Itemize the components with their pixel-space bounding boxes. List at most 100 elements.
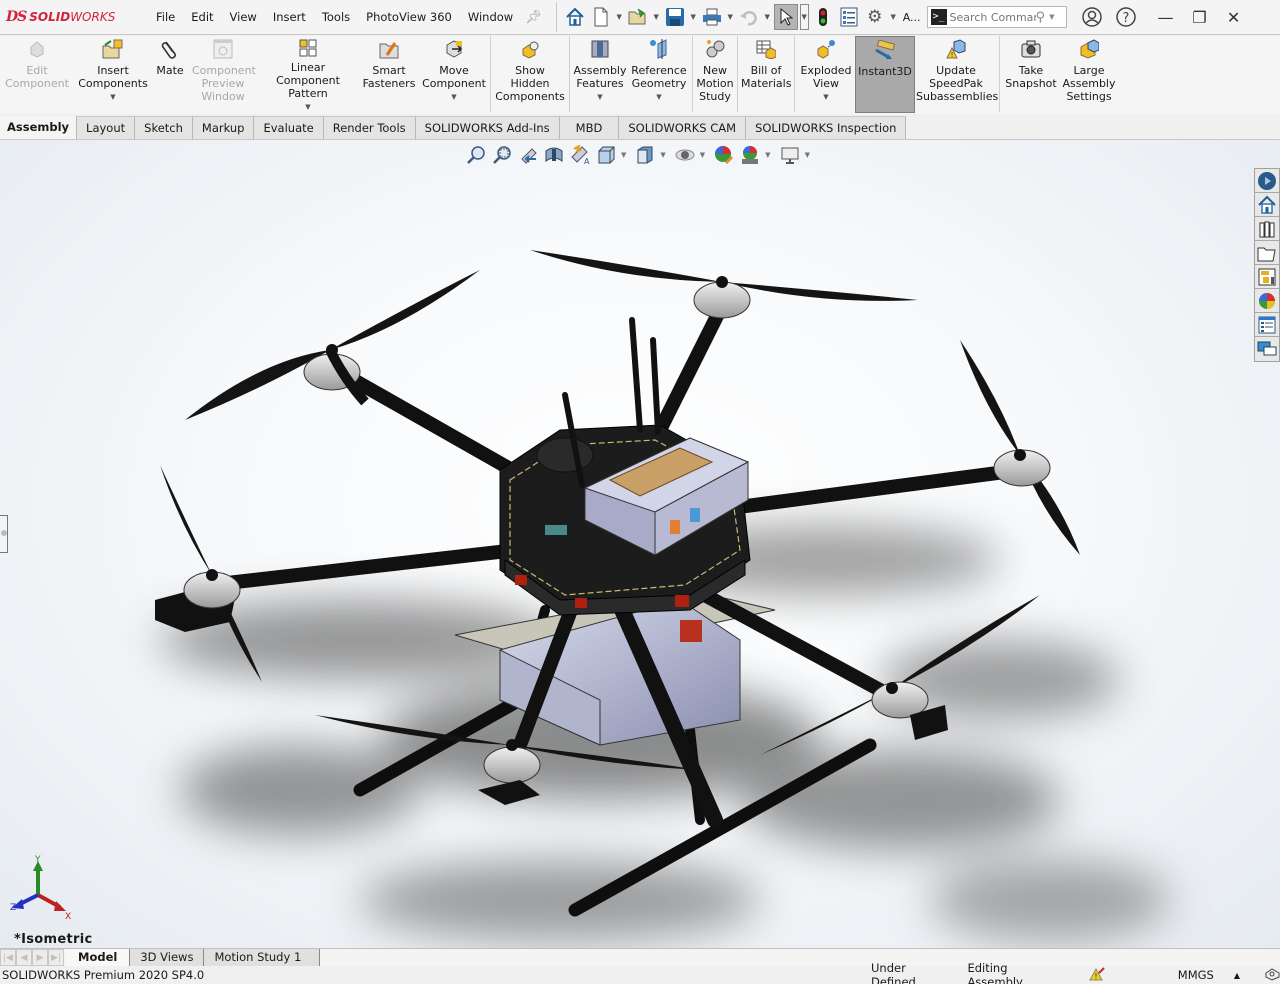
options-dropdown-caret[interactable]: ▼ xyxy=(889,13,898,21)
previous-view-icon[interactable] xyxy=(517,144,539,166)
menu-edit[interactable]: Edit xyxy=(183,10,221,24)
move-component-dropdown[interactable]: ▼ xyxy=(451,91,456,104)
instant3d-button[interactable]: Instant3D xyxy=(855,36,915,113)
display-style-icon[interactable] xyxy=(634,144,656,166)
hide-show-dropdown[interactable]: ▼ xyxy=(700,151,705,159)
tab-3d-views[interactable]: 3D Views xyxy=(130,948,205,967)
rebuild-warning-icon[interactable]: ! xyxy=(1088,966,1105,984)
tab-assembly[interactable]: Assembly xyxy=(0,116,78,139)
tab-render-tools[interactable]: Render Tools xyxy=(323,116,416,139)
menu-view[interactable]: View xyxy=(222,10,265,24)
tab-markup[interactable]: Markup xyxy=(192,116,255,139)
previous-tab-icon[interactable]: ◀ xyxy=(16,949,32,966)
linear-component-pattern-button[interactable]: Linear Component Pattern ▼ xyxy=(258,36,358,114)
last-tab-icon[interactable]: ▶| xyxy=(48,949,64,966)
view-palette-icon[interactable] xyxy=(1255,265,1279,289)
tab-solidworks-add-ins[interactable]: SOLIDWORKS Add-Ins xyxy=(415,116,560,139)
forum-icon[interactable] xyxy=(1255,337,1279,361)
unit-system[interactable]: MMGS xyxy=(1178,968,1214,982)
take-snapshot-button[interactable]: Take Snapshot xyxy=(1002,36,1060,114)
next-tab-icon[interactable]: ▶ xyxy=(32,949,48,966)
new-dropdown-caret[interactable]: ▼ xyxy=(615,13,624,21)
file-properties-icon[interactable] xyxy=(837,4,861,30)
section-view-icon[interactable] xyxy=(543,144,565,166)
design-library-icon[interactable] xyxy=(1255,217,1279,241)
apply-scene-icon[interactable] xyxy=(739,144,761,166)
undo-dropdown-caret[interactable]: ▼ xyxy=(763,13,772,21)
show-hidden-components-button[interactable]: Show Hidden Components xyxy=(493,36,567,114)
solidworks-resources-icon[interactable] xyxy=(1255,169,1279,193)
display-style-dropdown[interactable]: ▼ xyxy=(660,151,665,159)
feature-manager-collapse-handle[interactable] xyxy=(0,515,8,553)
exploded-view-button[interactable]: Exploded View ▼ xyxy=(797,36,855,114)
graphics-area[interactable]: ◧ ◨ _ ❐ ✕ A ▼ ▼ ▼ ▼ ▼ xyxy=(0,140,1280,948)
pin-menu-icon[interactable]: 📌︎ xyxy=(525,10,542,25)
move-component-button[interactable]: Move Component ▼ xyxy=(420,36,488,114)
apply-scene-dropdown[interactable]: ▼ xyxy=(765,151,770,159)
view-orientation-dropdown[interactable]: ▼ xyxy=(621,151,626,159)
menu-insert[interactable]: Insert xyxy=(265,10,314,24)
user-account-icon[interactable] xyxy=(1075,2,1109,32)
exploded-view-dropdown[interactable]: ▼ xyxy=(823,91,828,104)
smart-fasteners-button[interactable]: Smart Fasteners xyxy=(358,36,420,114)
insert-components-dropdown[interactable]: ▼ xyxy=(110,91,115,104)
update-speedpak-button[interactable]: ! Update SpeedPak Subassemblies xyxy=(915,36,998,114)
minimize-window-button[interactable]: — xyxy=(1149,2,1183,32)
search-dropdown-caret[interactable]: ▼ xyxy=(1049,13,1054,21)
select-icon[interactable] xyxy=(773,4,798,30)
tab-model[interactable]: Model xyxy=(66,948,131,967)
assembly-features-dropdown[interactable]: ▼ xyxy=(597,91,602,104)
zoom-to-area-icon[interactable] xyxy=(491,144,513,166)
new-document-icon[interactable] xyxy=(589,4,613,30)
toolbar-overflow[interactable]: A... xyxy=(903,11,921,24)
menu-photoview[interactable]: PhotoView 360 xyxy=(358,10,460,24)
menu-window[interactable]: Window xyxy=(460,10,521,24)
rebuild-icon[interactable] xyxy=(811,4,835,30)
help-icon[interactable]: ? xyxy=(1109,2,1143,32)
view-orientation-icon[interactable] xyxy=(595,144,617,166)
options-gear-icon[interactable]: ⚙ xyxy=(863,4,887,30)
dynamic-annotation-icon[interactable]: A xyxy=(569,144,591,166)
print-icon[interactable] xyxy=(700,4,724,30)
mate-button[interactable]: Mate xyxy=(152,36,188,114)
assembly-features-button[interactable]: Assembly Features ▼ xyxy=(572,36,628,114)
bill-of-materials-button[interactable]: Bill of Materials xyxy=(740,36,792,114)
save-dropdown-caret[interactable]: ▼ xyxy=(689,13,698,21)
edit-appearance-icon[interactable] xyxy=(713,144,735,166)
select-dropdown-caret[interactable]: ▼ xyxy=(799,4,809,30)
restore-window-button[interactable]: ❐ xyxy=(1183,2,1217,32)
view-settings-dropdown[interactable]: ▼ xyxy=(805,151,810,159)
open-icon[interactable] xyxy=(626,4,650,30)
search-icon[interactable]: ⚲ xyxy=(1036,10,1046,25)
drone-assembly-model[interactable] xyxy=(0,140,1280,948)
large-assembly-settings-button[interactable]: Large Assembly Settings xyxy=(1060,36,1118,114)
custom-properties-icon[interactable] xyxy=(1255,313,1279,337)
appearances-scenes-icon[interactable] xyxy=(1255,289,1279,313)
menu-file[interactable]: File xyxy=(148,10,183,24)
reference-geometry-button[interactable]: Reference Geometry ▼ xyxy=(628,36,690,114)
first-tab-icon[interactable]: |◀ xyxy=(0,949,16,966)
tab-mbd[interactable]: MBD xyxy=(559,116,620,139)
home-icon[interactable] xyxy=(1255,193,1279,217)
home-icon[interactable] xyxy=(563,4,587,30)
zoom-to-fit-icon[interactable] xyxy=(465,144,487,166)
tab-layout[interactable]: Layout xyxy=(77,116,136,139)
hide-show-items-icon[interactable] xyxy=(674,144,696,166)
solidworks-logo[interactable]: DS SOLID WORKS xyxy=(6,9,136,25)
close-window-button[interactable]: ✕ xyxy=(1217,2,1251,32)
tab-evaluate[interactable]: Evaluate xyxy=(254,116,324,139)
tab-sketch[interactable]: Sketch xyxy=(135,116,193,139)
component-preview-window-button[interactable]: Component Preview Window xyxy=(188,36,258,114)
menu-tools[interactable]: Tools xyxy=(314,10,358,24)
edit-component-button[interactable]: Edit Component xyxy=(0,36,74,114)
linear-pattern-dropdown[interactable]: ▼ xyxy=(305,101,310,114)
customize-status-icon[interactable] xyxy=(1264,967,1280,984)
tab-solidworks-cam[interactable]: SOLIDWORKS CAM xyxy=(619,116,747,139)
reference-geometry-dropdown[interactable]: ▼ xyxy=(656,91,661,104)
insert-components-button[interactable]: Insert Components ▼ xyxy=(74,36,152,114)
unit-system-caret[interactable]: ▲ xyxy=(1234,971,1240,980)
view-settings-icon[interactable] xyxy=(779,144,801,166)
tab-solidworks-inspection[interactable]: SOLIDWORKS Inspection xyxy=(746,116,907,139)
open-dropdown-caret[interactable]: ▼ xyxy=(652,13,661,21)
tab-motion-study-1[interactable]: Motion Study 1 xyxy=(204,948,321,967)
